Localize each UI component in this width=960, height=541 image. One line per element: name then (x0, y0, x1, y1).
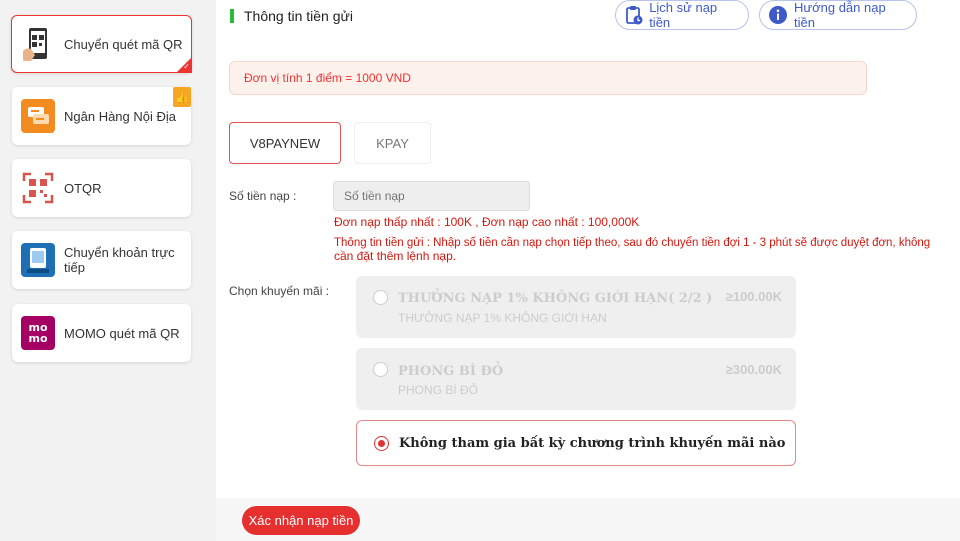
method-direct-transfer[interactable]: Chuyển khoản trực tiếp (12, 231, 191, 289)
page-title: Thông tin tiền gửi (244, 8, 353, 24)
deposit-guide-button[interactable]: Hướng dẫn nạp tiền (759, 0, 917, 30)
promotion-name: PHONG BÌ ĐỎ (398, 364, 504, 379)
method-label: Ngân Hàng Nội Địa (64, 108, 177, 124)
promotion-minimum: ≥300.00K (725, 362, 782, 377)
radio-button (373, 362, 388, 377)
amount-limits: Đơn nạp thấp nhất : 100K , Đơn nạp cao n… (334, 215, 640, 229)
momo-icon: mo mo (21, 316, 55, 350)
method-otqr[interactable]: OTQR (12, 159, 191, 217)
deposit-guide-label: Hướng dẫn nạp tiền (794, 0, 886, 30)
promotion-option-none[interactable]: Không tham gia bất kỳ chương trình khuyế… (356, 420, 796, 466)
deposit-info-line2: cần đặt thêm lệnh nạp. (334, 249, 457, 263)
promotion-label: Chọn khuyến mãi : (229, 284, 330, 298)
deposit-panel: Thông tin tiền gửi Lịch sử nạp tiền Hướn… (216, 0, 960, 498)
check-icon: ✓ (183, 62, 190, 71)
title-accent-bar (230, 9, 234, 23)
unit-notice: Đơn vị tính 1 điểm = 1000 VND (229, 61, 867, 95)
promotion-subtitle: PHONG BÌ ĐỎ (398, 383, 479, 397)
promotion-minimum: ≥100.00K (725, 289, 782, 304)
channel-tab-kpay[interactable]: KPAY (354, 122, 431, 164)
bank-transfer-icon (21, 99, 55, 133)
method-label: Chuyển khoản trực tiếp (64, 245, 175, 275)
method-qr-transfer[interactable]: Chuyển quét mã QR ✓ (11, 15, 192, 73)
thumbs-up-icon: 👍 (173, 87, 191, 107)
section-title: Thông tin tiền gửi (230, 8, 353, 24)
radio-button (373, 290, 388, 305)
method-momo[interactable]: mo mo MOMO quét mã QR (12, 304, 191, 362)
promotion-name: THƯỞNG NẠP 1% KHÔNG GIỚI HẠN( 2/2 ) (398, 291, 713, 306)
svg-text:mo: mo (28, 332, 47, 345)
qr-phone-icon (21, 27, 55, 61)
method-domestic-bank[interactable]: Ngân Hàng Nội Địa 👍 (12, 87, 191, 145)
footer-bar: Xác nhận nạp tiền (216, 498, 960, 541)
promotion-subtitle: THƯỞNG NẠP 1% KHÔNG GIỚI HẠN (398, 311, 607, 325)
payment-method-sidebar: Chuyển quét mã QR ✓ Ngân Hàng Nội Địa 👍 … (0, 0, 216, 541)
promotion-option-2: PHONG BÌ ĐỎ PHONG BÌ ĐỎ ≥300.00K (356, 348, 796, 410)
qr-code-icon (21, 171, 55, 205)
promotion-option-1: THƯỞNG NẠP 1% KHÔNG GIỚI HẠN( 2/2 ) THƯỞ… (356, 276, 796, 338)
confirm-deposit-button[interactable]: Xác nhận nạp tiền (242, 506, 360, 535)
online-banking-icon (21, 243, 55, 277)
promotion-name: Không tham gia bất kỳ chương trình khuyế… (399, 436, 786, 451)
info-icon (768, 5, 788, 25)
deposit-history-button[interactable]: Lịch sử nạp tiền (615, 0, 749, 30)
deposit-history-label: Lịch sử nạp tiền (649, 0, 718, 30)
method-label: OTQR (64, 180, 102, 196)
amount-label: Số tiền nạp : (229, 189, 297, 203)
amount-input[interactable] (333, 181, 530, 211)
channel-tab-v8paynew[interactable]: V8PAYNEW (229, 122, 341, 164)
clipboard-icon (624, 5, 643, 25)
method-label: MOMO quét mã QR (64, 325, 180, 341)
method-label: Chuyển quét mã QR (64, 36, 183, 52)
radio-button[interactable] (374, 436, 389, 451)
